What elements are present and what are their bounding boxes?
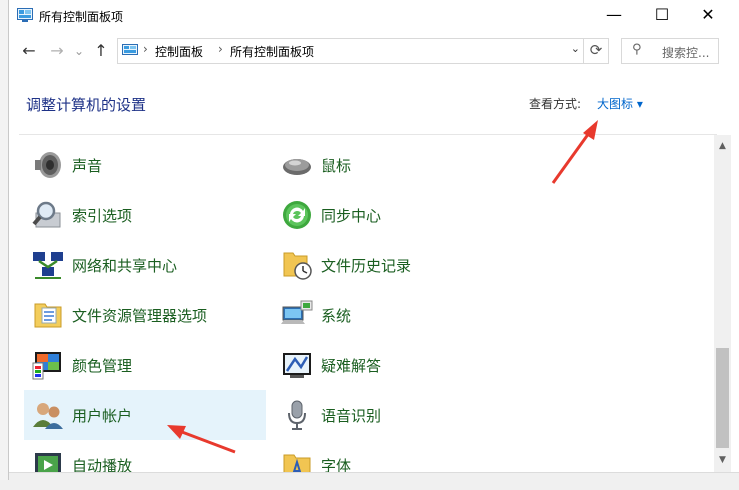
- item-network-sharing-center[interactable]: 网络和共享中心: [24, 240, 266, 290]
- control-panel-location-icon: [122, 44, 138, 55]
- item-file-history[interactable]: 文件历史记录: [273, 240, 515, 290]
- page-heading: 调整计算机的设置: [26, 96, 147, 114]
- recent-locations-button[interactable]: ⌄: [67, 40, 91, 64]
- sync-icon: [283, 201, 311, 229]
- file-history-icon: [283, 252, 312, 280]
- search-box[interactable]: ⚲ 搜索控...: [621, 38, 719, 64]
- title-bar: 所有控制面板项 — ☐ ✕: [9, 0, 739, 32]
- scrollbar-thumb[interactable]: [716, 348, 729, 448]
- window-title: 所有控制面板项: [39, 10, 124, 24]
- troubleshoot-icon: [283, 353, 311, 378]
- forward-button[interactable]: →: [45, 40, 69, 64]
- vertical-scrollbar[interactable]: ▲ ▼: [714, 135, 731, 480]
- refresh-button[interactable]: ⟳: [583, 38, 609, 64]
- speaker-icon: [35, 152, 61, 178]
- microphone-icon: [288, 400, 306, 430]
- item-label[interactable]: 颜色管理: [72, 355, 132, 376]
- users-icon: [33, 403, 63, 429]
- scroll-up-icon[interactable]: ▲: [719, 141, 726, 151]
- item-label[interactable]: 文件资源管理器选项: [72, 305, 207, 326]
- item-system[interactable]: 系统: [273, 290, 515, 340]
- close-button[interactable]: ✕: [685, 0, 731, 32]
- header-divider: [19, 134, 717, 135]
- item-speech-recognition[interactable]: 语音识别: [273, 390, 515, 440]
- control-panel-app-icon: [17, 8, 33, 22]
- item-label[interactable]: 声音: [72, 155, 102, 176]
- index-icon: [32, 201, 61, 228]
- item-label[interactable]: 用户帐户: [72, 405, 132, 426]
- item-sync-center[interactable]: 同步中心: [273, 190, 515, 240]
- network-icon: [33, 252, 63, 279]
- view-by-label: 查看方式:: [529, 97, 582, 111]
- scroll-down-icon[interactable]: ▼: [719, 455, 726, 465]
- item-fonts[interactable]: 字体: [273, 440, 515, 490]
- navigation-bar: ← → ⌄ ↑ › 控制面板 › 所有控制面板项 ⌄ ⟳ ⚲ 搜索控...: [9, 32, 739, 72]
- item-label[interactable]: 网络和共享中心: [72, 255, 177, 276]
- breadcrumb-control-panel[interactable]: 控制面板: [155, 43, 203, 60]
- item-file-explorer-options[interactable]: 文件资源管理器选项: [24, 290, 266, 340]
- item-label[interactable]: 鼠标: [321, 155, 351, 176]
- view-by-dropdown[interactable]: 大图标 ▾: [597, 95, 643, 112]
- item-color-management[interactable]: 颜色管理: [24, 340, 266, 390]
- item-mouse[interactable]: 鼠标: [273, 140, 515, 190]
- address-dropdown-icon[interactable]: ⌄: [571, 42, 580, 55]
- item-indexing-options[interactable]: 索引选项: [24, 190, 266, 240]
- item-label[interactable]: 同步中心: [321, 205, 381, 226]
- item-label[interactable]: 语音识别: [321, 405, 381, 426]
- item-label[interactable]: 系统: [321, 305, 351, 326]
- control-panel-window: 所有控制面板项 — ☐ ✕ ← → ⌄ ↑ › 控制面板 › 所有控制面板项 ⌄…: [8, 0, 739, 481]
- folder-options-icon: [34, 303, 62, 328]
- address-bar[interactable]: › 控制面板 › 所有控制面板项 ⌄: [117, 38, 587, 64]
- back-button[interactable]: ←: [17, 40, 41, 64]
- item-label[interactable]: 疑难解答: [321, 355, 381, 376]
- item-label[interactable]: 文件历史记录: [321, 255, 411, 276]
- search-icon: ⚲: [632, 42, 642, 57]
- minimize-button[interactable]: —: [591, 0, 637, 32]
- breadcrumb-separator-icon[interactable]: ›: [218, 42, 223, 56]
- mouse-icon: [283, 159, 311, 175]
- item-troubleshooting[interactable]: 疑难解答: [273, 340, 515, 390]
- maximize-button[interactable]: ☐: [639, 0, 685, 32]
- color-icon: [32, 352, 61, 380]
- system-icon: [281, 300, 313, 324]
- item-sound[interactable]: 声音: [24, 140, 266, 190]
- item-user-accounts[interactable]: 用户帐户: [24, 390, 266, 440]
- item-label[interactable]: 索引选项: [72, 205, 132, 226]
- breadcrumb-all-items[interactable]: 所有控制面板项: [230, 43, 314, 60]
- search-placeholder: 搜索控...: [662, 46, 710, 60]
- up-button[interactable]: ↑: [89, 40, 113, 64]
- item-autoplay[interactable]: 自动播放: [24, 440, 266, 490]
- breadcrumb-separator-icon[interactable]: ›: [143, 42, 148, 56]
